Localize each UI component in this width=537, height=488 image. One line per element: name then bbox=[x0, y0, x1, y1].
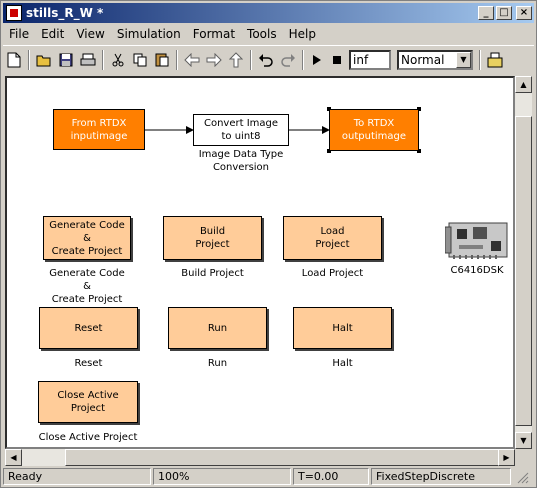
forward-icon[interactable] bbox=[203, 49, 225, 71]
vertical-scrollbar[interactable]: ▲ ▼ bbox=[515, 76, 532, 449]
stop-icon[interactable] bbox=[327, 49, 347, 71]
scroll-up-icon[interactable]: ▲ bbox=[515, 76, 532, 93]
from-rtdx-block[interactable]: From RTDX inputimage bbox=[53, 109, 145, 150]
halt-label: Halt bbox=[332, 358, 353, 369]
horizontal-scrollbar[interactable]: ◀ ▶ bbox=[5, 449, 515, 466]
toolbar-separator bbox=[302, 49, 304, 70]
simulation-mode-select[interactable]: Normal ▼ bbox=[397, 49, 473, 70]
save-icon[interactable] bbox=[55, 49, 77, 71]
menu-bar: File Edit View Simulation Format Tools H… bbox=[3, 24, 534, 43]
close-active-project-label: Close Active Project bbox=[38, 432, 138, 443]
new-icon[interactable] bbox=[3, 49, 25, 71]
close-active-project-block[interactable]: Close Active Project bbox=[38, 381, 138, 423]
build-project-block[interactable]: Build Project bbox=[163, 216, 262, 260]
simulink-window: stills_R_W * _ □ × File Edit View Simula… bbox=[0, 0, 537, 488]
scroll-down-icon[interactable]: ▼ bbox=[515, 432, 532, 449]
title-bar[interactable]: stills_R_W * _ □ × bbox=[3, 3, 534, 23]
run-block[interactable]: Run bbox=[168, 307, 267, 349]
horizontal-scroll-thumb[interactable] bbox=[65, 449, 505, 466]
vertical-scroll-thumb[interactable] bbox=[515, 116, 532, 426]
resize-grip-icon[interactable] bbox=[515, 470, 529, 484]
to-rtdx-block[interactable]: To RTDX outputimage bbox=[329, 109, 419, 151]
maximize-button[interactable]: □ bbox=[496, 6, 512, 20]
build-project-label: Build Project bbox=[181, 268, 244, 279]
play-icon[interactable] bbox=[307, 49, 327, 71]
close-button[interactable]: × bbox=[516, 6, 532, 20]
toolbar-separator bbox=[250, 49, 252, 70]
print-icon[interactable] bbox=[77, 49, 99, 71]
toolbar-separator bbox=[176, 49, 178, 70]
toolbar-separator bbox=[28, 49, 30, 70]
load-project-block[interactable]: Load Project bbox=[283, 216, 382, 260]
redo-icon[interactable] bbox=[277, 49, 299, 71]
convert-image-block[interactable]: Convert Image to uint8 bbox=[193, 114, 289, 146]
menu-format[interactable]: Format bbox=[187, 27, 241, 41]
up-icon[interactable] bbox=[225, 49, 247, 71]
paste-icon[interactable] bbox=[151, 49, 173, 71]
chevron-down-icon[interactable]: ▼ bbox=[456, 51, 471, 68]
reset-block[interactable]: Reset bbox=[39, 307, 138, 349]
dsk-board-label: C6416DSK bbox=[450, 265, 504, 276]
scroll-right-icon[interactable]: ▶ bbox=[498, 449, 515, 466]
dsk-board-icon[interactable] bbox=[444, 219, 509, 261]
scroll-left-icon[interactable]: ◀ bbox=[5, 449, 22, 466]
status-zoom: 100% bbox=[153, 468, 291, 485]
generate-code-block[interactable]: Generate Code & Create Project bbox=[43, 216, 131, 260]
simulink-logo-icon bbox=[6, 5, 22, 21]
simulation-mode-value: Normal bbox=[401, 52, 445, 67]
halt-block[interactable]: Halt bbox=[293, 307, 392, 349]
library-browser-icon[interactable] bbox=[484, 49, 506, 71]
scrollbar-corner bbox=[515, 449, 532, 466]
generate-code-label: Generate Code & Create Project bbox=[49, 268, 125, 305]
run-label: Run bbox=[207, 358, 228, 369]
back-icon[interactable] bbox=[181, 49, 203, 71]
menu-edit[interactable]: Edit bbox=[35, 27, 70, 41]
menu-view[interactable]: View bbox=[70, 27, 110, 41]
undo-icon[interactable] bbox=[255, 49, 277, 71]
reset-label: Reset bbox=[74, 358, 103, 369]
cut-icon[interactable] bbox=[107, 49, 129, 71]
menu-tools[interactable]: Tools bbox=[241, 27, 283, 41]
menu-help[interactable]: Help bbox=[283, 27, 322, 41]
status-state: Ready bbox=[3, 468, 151, 485]
toolbar-separator bbox=[479, 49, 481, 70]
toolbar: inf Normal ▼ bbox=[3, 45, 534, 73]
convert-image-label: Image Data Type Conversion bbox=[198, 149, 284, 173]
status-bar: Ready 100% T=0.00 FixedStepDiscrete bbox=[3, 467, 534, 486]
status-solver: FixedStepDiscrete bbox=[371, 468, 511, 485]
open-icon[interactable] bbox=[33, 49, 55, 71]
menu-file[interactable]: File bbox=[3, 27, 35, 41]
minimize-button[interactable]: _ bbox=[478, 6, 494, 20]
copy-icon[interactable] bbox=[129, 49, 151, 71]
menu-simulation[interactable]: Simulation bbox=[111, 27, 187, 41]
load-project-label: Load Project bbox=[301, 268, 364, 279]
toolbar-separator bbox=[102, 49, 104, 70]
stop-time-input[interactable]: inf bbox=[349, 49, 391, 70]
window-title: stills_R_W * bbox=[26, 6, 104, 20]
model-canvas[interactable]: From RTDX inputimage Convert Image to ui… bbox=[5, 76, 515, 449]
status-time: T=0.00 bbox=[293, 468, 369, 485]
